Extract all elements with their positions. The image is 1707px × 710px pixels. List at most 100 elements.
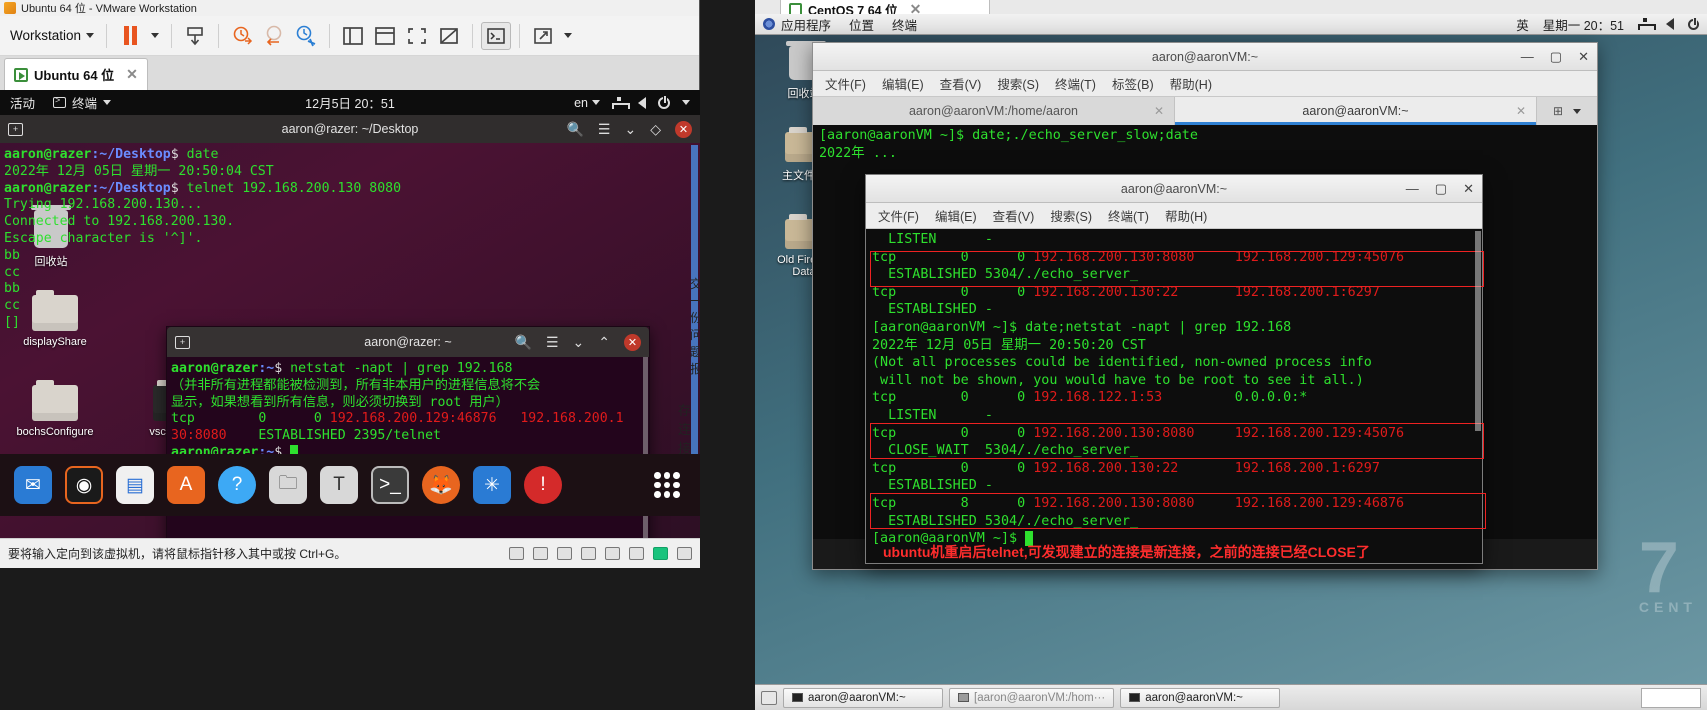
unity-dropdown-button[interactable] — [560, 22, 576, 50]
take-snapshot-button[interactable] — [180, 22, 210, 50]
menu-edit[interactable]: 编辑(E) — [882, 74, 924, 93]
taskbar-item-label: aaron@aaronVM:~ — [808, 691, 906, 704]
hdd-status-icon[interactable] — [509, 547, 524, 560]
dock-item-rhythmbox[interactable]: ◉ — [65, 466, 103, 504]
show-thumbnail-button[interactable] — [370, 22, 400, 50]
app-menu[interactable]: 终端 — [53, 93, 112, 112]
unity-mode-button[interactable] — [528, 22, 558, 50]
menu-tabs[interactable]: 标签(B) — [1112, 74, 1154, 93]
centos-clock[interactable]: 星期一 20：51 — [1543, 15, 1624, 34]
dock-item-help[interactable]: ? — [218, 466, 256, 504]
usb-status-icon[interactable] — [581, 547, 596, 560]
menu-terminal[interactable]: 终端(T) — [1055, 74, 1096, 93]
dock-item-terminal[interactable]: >_ — [371, 466, 409, 504]
workspace-preview[interactable] — [1641, 687, 1701, 708]
maximize-icon[interactable]: ◇ — [650, 121, 661, 138]
stretch-guest-button[interactable] — [434, 22, 464, 50]
volume-icon[interactable] — [1666, 18, 1674, 30]
ubuntu-main-terminal-output[interactable]: aaron@razer:~/Desktop$ date 2022年 12月 05… — [0, 143, 700, 332]
sound-status-icon[interactable] — [605, 547, 620, 560]
network-icon[interactable] — [612, 96, 630, 109]
dock-item-files[interactable]: 🗀 — [269, 466, 307, 504]
power-icon[interactable] — [658, 95, 670, 109]
power-icon[interactable] — [1688, 17, 1699, 30]
menu-file[interactable]: 文件(F) — [878, 206, 919, 225]
applications-menu[interactable]: 应用程序 — [763, 15, 831, 34]
menu-edit[interactable]: 编辑(E) — [935, 206, 977, 225]
show-library-button[interactable] — [338, 22, 368, 50]
menu-view[interactable]: 查看(V) — [993, 206, 1035, 225]
search-icon[interactable]: 🔍 — [515, 334, 532, 351]
cos-tab-home[interactable]: aaron@aaronVM:/home/aaron ✕ — [813, 97, 1175, 125]
input-method-indicator[interactable]: 英 — [1516, 15, 1529, 34]
maximize-icon[interactable]: ⌃ — [598, 334, 610, 351]
activities-button[interactable]: 活动 — [10, 93, 35, 112]
new-tab-icon[interactable]: + — [175, 335, 190, 349]
close-icon[interactable]: ✕ — [1154, 104, 1164, 118]
network-icon[interactable] — [1638, 18, 1656, 30]
menu-terminal[interactable]: 终端(T) — [1108, 206, 1149, 225]
menu-view[interactable]: 查看(V) — [940, 74, 982, 93]
dock-item-thunderbird[interactable]: ✉ — [14, 466, 52, 504]
dock-item-error[interactable]: ! — [524, 466, 562, 504]
maximize-icon[interactable]: ▢ — [1550, 49, 1562, 65]
network-status-icon[interactable] — [557, 547, 572, 560]
workspace-switcher-icon[interactable] — [761, 690, 777, 705]
cos-inner-scrollbar[interactable] — [1475, 231, 1481, 431]
hamburger-menu-icon[interactable]: ☰ — [598, 121, 611, 138]
search-icon[interactable]: 🔍 — [566, 121, 583, 138]
new-tab-icon[interactable]: ⊞ — [1553, 104, 1563, 118]
menu-help[interactable]: 帮助(H) — [1170, 74, 1212, 93]
taskbar-item-1[interactable]: aaron@aaronVM:~ — [783, 687, 943, 708]
dock-item-show-apps[interactable] — [648, 466, 686, 504]
volume-icon[interactable] — [638, 96, 646, 109]
printer-status-icon[interactable] — [629, 547, 644, 560]
close-icon[interactable]: ✕ — [624, 333, 641, 351]
centos-watermark: 7 CENT — [1639, 527, 1697, 615]
close-icon[interactable]: ✕ — [675, 120, 692, 138]
send-ctrl-alt-del-button[interactable] — [481, 21, 512, 50]
close-icon[interactable]: ✕ — [1463, 181, 1474, 197]
dock-item-ubuntu-software[interactable]: A — [167, 466, 205, 504]
dock-item-libreoffice-writer[interactable]: ▤ — [116, 466, 154, 504]
cos-inner-output[interactable]: LISTEN - tcp 0 0 192.168.200.130:8080 19… — [866, 229, 1482, 563]
tab-ubuntu64[interactable]: Ubuntu 64 位 ✕ — [4, 58, 148, 90]
chevron-down-icon[interactable]: ⌄ — [573, 334, 585, 351]
restore-snapshot-button[interactable] — [259, 22, 289, 50]
chevron-down-icon[interactable]: ⌄ — [624, 121, 636, 138]
menu-file[interactable]: 文件(F) — [825, 74, 866, 93]
terminal-menu[interactable]: 终端 — [892, 15, 917, 34]
new-tab-icon[interactable]: + — [8, 122, 23, 136]
maximize-icon[interactable]: ▢ — [1435, 181, 1447, 197]
taskbar-item-3[interactable]: aaron@aaronVM:~ — [1120, 687, 1281, 708]
menu-search[interactable]: 搜索(S) — [1050, 206, 1092, 225]
dock-item-vscode[interactable]: ✳ — [473, 466, 511, 504]
chevron-down-icon[interactable] — [1573, 108, 1582, 114]
hamburger-menu-icon[interactable]: ☰ — [546, 334, 559, 351]
centos-inner-terminal-window: aaron@aaronVM:~ — ▢ ✕ 文件(F) 编辑(E) 查看(V) … — [865, 174, 1486, 564]
pause-button[interactable] — [115, 22, 145, 50]
cd-status-icon[interactable] — [533, 547, 548, 560]
display-status-icon[interactable] — [653, 547, 668, 560]
menu-help[interactable]: 帮助(H) — [1165, 206, 1207, 225]
input-source-indicator[interactable]: en — [574, 96, 600, 110]
places-menu[interactable]: 位置 — [849, 15, 874, 34]
taskbar-item-2[interactable]: [aaron@aaronVM:/hom··· — [949, 687, 1115, 708]
menu-search[interactable]: 搜索(S) — [997, 74, 1039, 93]
revert-snapshot-button[interactable] — [227, 22, 257, 50]
chevron-down-icon[interactable] — [682, 100, 690, 105]
close-icon[interactable]: ✕ — [126, 66, 138, 83]
fullscreen-button[interactable] — [402, 22, 432, 50]
more-status-icon[interactable] — [677, 547, 692, 560]
minimize-icon[interactable]: — — [1406, 181, 1419, 197]
cos-tab-tilde[interactable]: aaron@aaronVM:~ ✕ — [1175, 97, 1537, 125]
close-icon[interactable]: ✕ — [1578, 49, 1589, 65]
dock-item-text-editor[interactable]: T — [320, 466, 358, 504]
tab-label: Ubuntu 64 位 — [34, 68, 115, 83]
dock-item-firefox[interactable]: 🦊 — [422, 466, 460, 504]
minimize-icon[interactable]: — — [1521, 49, 1534, 65]
power-dropdown-button[interactable] — [147, 22, 163, 50]
close-icon[interactable]: ✕ — [1516, 104, 1526, 118]
workstation-menu-button[interactable]: Workstation — [6, 25, 98, 46]
snapshot-manager-button[interactable] — [291, 22, 321, 50]
